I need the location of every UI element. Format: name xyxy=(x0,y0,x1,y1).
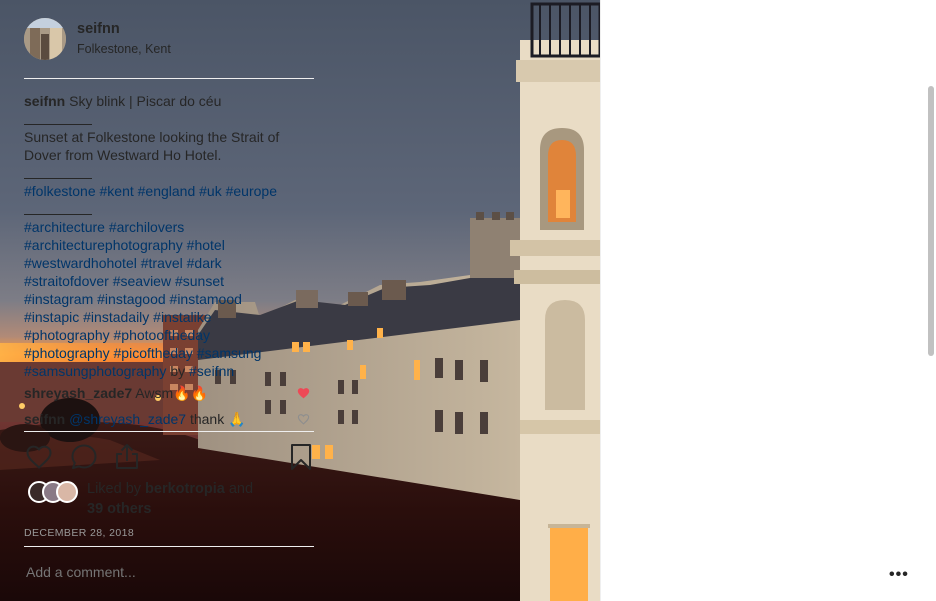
hashtag-line[interactable]: #photography #picoftheday #samsung xyxy=(24,344,314,362)
like-button[interactable] xyxy=(24,442,54,472)
caption-author[interactable]: seifnn xyxy=(24,93,65,109)
heart-outline-icon[interactable] xyxy=(297,413,310,425)
comment-icon xyxy=(71,444,97,469)
header-divider xyxy=(24,78,314,79)
comment-author[interactable]: shreyash_zade7 xyxy=(24,385,132,401)
caption-title: Sky blink | Piscar do céu xyxy=(65,93,222,109)
likes-text: Liked by berkotropia and 39 others xyxy=(87,479,253,519)
post-date[interactable]: DECEMBER 28, 2018 xyxy=(24,527,134,539)
comments-section[interactable]: seifnn Sky blink | Piscar do céu Sunset … xyxy=(24,92,314,430)
others-count[interactable]: 39 others xyxy=(87,501,151,517)
author-avatar[interactable] xyxy=(24,18,66,60)
share-icon xyxy=(116,444,138,469)
hashtag-link[interactable]: #seifnn xyxy=(189,363,234,379)
post-header: seifnn Folkestone, Kent xyxy=(24,16,314,62)
heart-filled-icon[interactable] xyxy=(297,387,310,399)
post-side-panel xyxy=(600,0,936,601)
comment-text: Awsm🔥🔥 xyxy=(132,385,209,401)
caption-text-line: Sunset at Folkestone looking the Strait … xyxy=(24,129,280,145)
heart-icon xyxy=(26,445,52,469)
by-text: by xyxy=(166,363,190,379)
caption-separator xyxy=(24,164,314,182)
likers-avatars[interactable] xyxy=(28,481,80,503)
post-location[interactable]: Folkestone, Kent xyxy=(77,42,171,56)
avatar xyxy=(56,481,78,503)
comment-divider xyxy=(24,546,314,547)
save-button[interactable] xyxy=(286,442,316,472)
hashtag-line[interactable]: #instagram #instagood #instamood xyxy=(24,290,314,308)
add-comment-input[interactable] xyxy=(26,564,276,580)
comment-item: shreyash_zade7 Awsm🔥🔥 xyxy=(24,384,314,406)
hashtag-line: #samsungphotography by #seifnn xyxy=(24,362,314,380)
hashtag-line[interactable]: #instapic #instadaily #instalike xyxy=(24,308,314,326)
comment-text: thank 🙏 xyxy=(186,411,246,427)
comment-mention[interactable]: @shreyash_zade7 xyxy=(65,411,186,427)
hashtag-line[interactable]: #straitofdover #seaview #sunset xyxy=(24,272,314,290)
caption-text-line: Dover from Westward Ho Hotel. xyxy=(24,147,222,163)
liker-name[interactable]: berkotropia xyxy=(145,481,225,497)
caption-separator xyxy=(24,110,314,128)
share-button[interactable] xyxy=(112,442,142,472)
hashtag-line[interactable]: #architecture #archilovers xyxy=(24,218,314,236)
comment-author[interactable]: seifnn xyxy=(24,411,65,427)
caption-separator xyxy=(24,200,314,218)
caption-title-line: seifnn Sky blink | Piscar do céu xyxy=(24,92,314,110)
hashtag-line[interactable]: #photography #photooftheday xyxy=(24,326,314,344)
more-options-icon[interactable]: ••• xyxy=(889,566,909,584)
comment-button[interactable] xyxy=(69,442,99,472)
comment-item: seifnn @shreyash_zade7 thank 🙏 xyxy=(24,410,314,430)
hashtag-line[interactable]: #folkestone #kent #england #uk #europe xyxy=(24,182,314,200)
comments-scrollbar[interactable] xyxy=(928,86,934,356)
actions-divider xyxy=(24,431,314,432)
post-actions xyxy=(24,440,320,474)
likes-and: and xyxy=(224,481,254,497)
hashtag-line[interactable]: #architecturephotography #hotel xyxy=(24,236,314,254)
hashtag-line[interactable]: #westwardhohotel #travel #dark xyxy=(24,254,314,272)
bookmark-icon xyxy=(291,444,311,470)
likes-summary: Liked by berkotropia and 39 others xyxy=(24,479,314,519)
post-author-name[interactable]: seifnn xyxy=(77,21,120,37)
likes-prefix: Liked by xyxy=(87,481,146,497)
hashtag-link[interactable]: #samsungphotography xyxy=(24,363,166,379)
